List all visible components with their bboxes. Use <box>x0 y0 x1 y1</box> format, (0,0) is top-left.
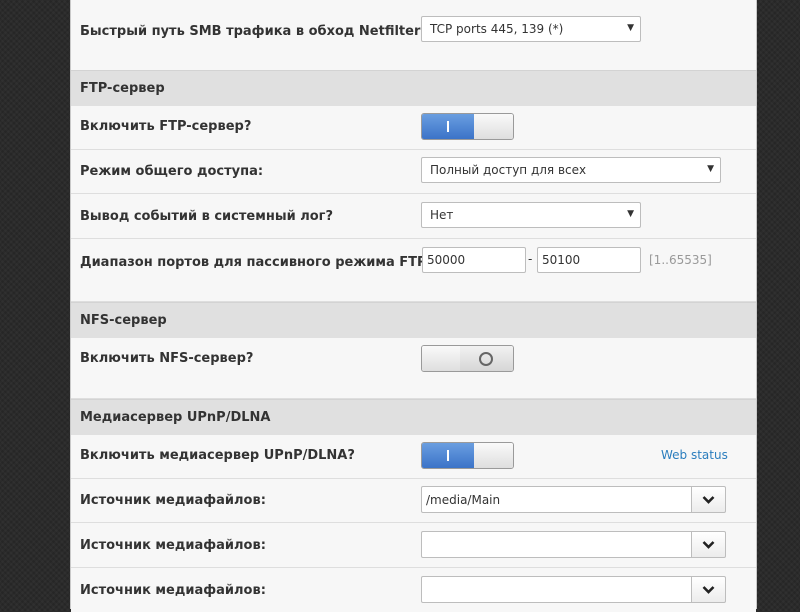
ftp-ports-label: Диапазон портов для пассивного режима FT… <box>80 255 432 270</box>
ftp-access-row: Режим общего доступа: Полный доступ для … <box>71 150 756 194</box>
nfs-section-header: NFS-сервер <box>71 302 756 339</box>
toggle-knob <box>474 114 513 139</box>
dropdown-arrow-icon: ▼ <box>627 23 634 33</box>
media-source-label: Источник медиафайлов: <box>80 493 266 508</box>
ftp-port-to-input[interactable]: 50100 <box>537 247 641 273</box>
nfs-section-title: NFS-сервер <box>80 313 167 328</box>
toggle-on-side <box>422 114 476 139</box>
media-source-combo: /media/Main <box>421 486 726 513</box>
ftp-section-title: FTP-сервер <box>80 81 165 96</box>
ftp-enable-label: Включить FTP-сервер? <box>80 119 252 134</box>
port-range-hint: [1..65535] <box>649 253 712 267</box>
smb-fastpath-select[interactable]: TCP ports 445, 139 (*) ▼ <box>421 16 641 42</box>
ftp-port-from-value: 50000 <box>427 253 466 267</box>
media-source-input[interactable] <box>421 531 692 558</box>
media-source-combo <box>421 576 726 603</box>
nfs-enable-row: Включить NFS-сервер? <box>71 338 756 399</box>
media-source-dropdown-button[interactable] <box>691 576 726 603</box>
web-status-link[interactable]: Web status <box>661 448 728 462</box>
media-source-input[interactable]: /media/Main <box>421 486 692 513</box>
dlna-enable-label: Включить медиасервер UPnP/DLNA? <box>80 448 355 463</box>
smb-fastpath-value: TCP ports 445, 139 (*) <box>430 22 564 36</box>
dlna-section-title: Медиасервер UPnP/DLNA <box>80 410 271 425</box>
media-source-row: Источник медиафайлов: <box>71 568 756 612</box>
ftp-log-label: Вывод событий в системный лог? <box>80 209 334 224</box>
smb-fastpath-label: Быстрый путь SMB трафика в обход Netfilt… <box>80 24 426 39</box>
ftp-log-value: Нет <box>430 208 454 222</box>
dropdown-arrow-icon: ▼ <box>707 164 714 174</box>
ftp-log-row: Вывод событий в системный лог? Нет ▼ <box>71 194 756 239</box>
nfs-enable-toggle[interactable] <box>421 345 514 372</box>
toggle-knob <box>422 346 462 371</box>
dlna-enable-row: Включить медиасервер UPnP/DLNA? Web stat… <box>71 435 756 479</box>
dlna-enable-toggle[interactable] <box>421 442 514 469</box>
toggle-off-icon <box>479 352 493 366</box>
ftp-port-to-value: 50100 <box>542 253 581 267</box>
media-source-combo <box>421 531 726 558</box>
ftp-enable-row: Включить FTP-сервер? <box>71 106 756 150</box>
toggle-off-side <box>460 346 513 371</box>
toggle-on-icon <box>447 450 449 461</box>
nfs-enable-label: Включить NFS-сервер? <box>80 351 254 366</box>
ftp-enable-toggle[interactable] <box>421 113 514 140</box>
media-source-row: Источник медиафайлов: /media/Main <box>71 479 756 523</box>
media-source-label: Источник медиафайлов: <box>80 538 266 553</box>
ftp-access-label: Режим общего доступа: <box>80 164 264 179</box>
port-range-separator: - <box>528 252 533 266</box>
media-source-input[interactable] <box>421 576 692 603</box>
ftp-section-header: FTP-сервер <box>71 70 756 107</box>
dlna-section-header: Медиасервер UPnP/DLNA <box>71 399 756 436</box>
chevron-down-icon <box>702 496 715 504</box>
media-source-dropdown-button[interactable] <box>691 486 726 513</box>
dropdown-arrow-icon: ▼ <box>627 209 634 219</box>
toggle-on-side <box>422 443 476 468</box>
toggle-on-icon <box>447 121 449 132</box>
ftp-log-select[interactable]: Нет ▼ <box>421 202 641 228</box>
ftp-access-select[interactable]: Полный доступ для всех ▼ <box>421 157 721 183</box>
media-source-value: /media/Main <box>426 493 501 507</box>
media-source-dropdown-button[interactable] <box>691 531 726 558</box>
media-source-label: Источник медиафайлов: <box>80 583 266 598</box>
media-source-row: Источник медиафайлов: <box>71 523 756 568</box>
ftp-port-from-input[interactable]: 50000 <box>422 247 526 273</box>
chevron-down-icon <box>702 541 715 549</box>
toggle-knob <box>474 443 513 468</box>
ftp-ports-row: Диапазон портов для пассивного режима FT… <box>71 239 756 302</box>
ftp-access-value: Полный доступ для всех <box>430 163 587 177</box>
smb-fastpath-row: Быстрый путь SMB трафика в обход Netfilt… <box>71 0 756 71</box>
settings-panel: Быстрый путь SMB трафика в обход Netfilt… <box>70 0 757 612</box>
chevron-down-icon <box>702 586 715 594</box>
